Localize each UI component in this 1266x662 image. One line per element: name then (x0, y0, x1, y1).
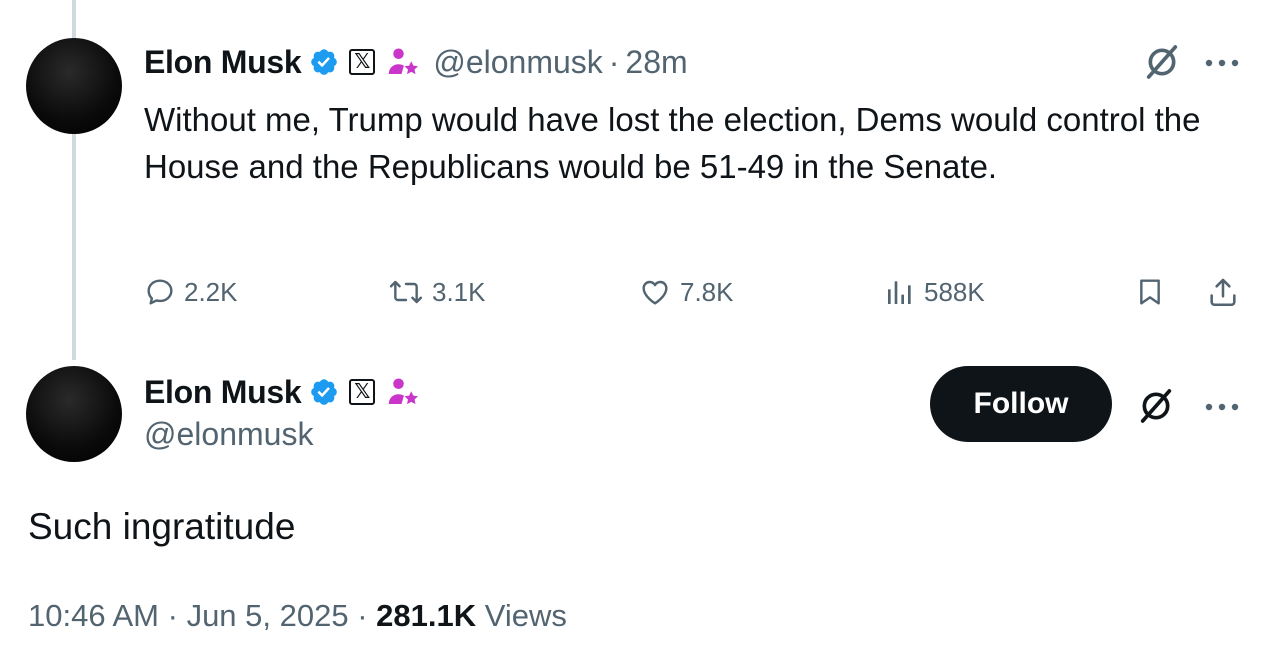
tweet-date[interactable]: Jun 5, 2025 (187, 598, 349, 633)
views-label: Views (484, 598, 567, 633)
more-icon[interactable] (1204, 402, 1240, 412)
author-handle[interactable]: @elonmusk (433, 44, 602, 81)
reply-button[interactable]: 2.2K (144, 268, 238, 316)
meta-separator: · (357, 598, 368, 633)
verified-badge-icon (311, 379, 338, 405)
more-icon[interactable] (1204, 58, 1240, 68)
affiliate-person-icon (389, 48, 419, 75)
reply-count: 2.2K (184, 276, 238, 307)
grok-icon[interactable] (1142, 42, 1182, 82)
tweet-header: Elon Musk 𝕏 (144, 370, 421, 414)
author-handle[interactable]: @elonmusk (144, 416, 313, 453)
repost-button[interactable]: 3.1K (388, 268, 486, 316)
repost-icon (389, 280, 423, 304)
tweet-action-bar: 2.2K 3.1K 7.8K 588K (144, 268, 1244, 316)
bookmark-button[interactable] (1134, 268, 1166, 316)
author-name[interactable]: Elon Musk (144, 374, 302, 411)
like-button[interactable]: 7.8K (638, 268, 734, 316)
like-icon (642, 280, 668, 305)
tweet-meta: 10:46 AM · Jun 5, 2025 · 281.1K Views (28, 598, 567, 634)
x-affiliation-icon[interactable]: 𝕏 (349, 379, 376, 405)
views-count: 588K (924, 276, 985, 307)
author-name[interactable]: Elon Musk (144, 44, 302, 81)
follow-button[interactable]: Follow (930, 366, 1112, 442)
views-button[interactable]: 588K (884, 268, 985, 316)
grok-icon[interactable] (1136, 386, 1176, 426)
avatar[interactable] (26, 38, 122, 134)
tweet-text: Without me, Trump would have lost the el… (144, 101, 1201, 185)
reply-icon (147, 279, 173, 305)
tweet-time[interactable]: 28m (625, 44, 687, 81)
share-icon (1210, 278, 1236, 307)
affiliate-person-icon (389, 378, 419, 405)
repost-count: 3.1K (432, 276, 486, 307)
bookmark-icon (1140, 279, 1160, 305)
tweet-text: Such ingratitude (28, 506, 296, 547)
views-icon (888, 281, 911, 304)
views-count[interactable]: 281.1K (376, 598, 476, 633)
verified-badge-icon (311, 49, 338, 75)
share-button[interactable] (1206, 268, 1240, 316)
tweet-time[interactable]: 10:46 AM (28, 598, 159, 633)
meta-separator: · (167, 598, 178, 633)
tweet-header: Elon Musk 𝕏 @elonmusk · 28m (144, 40, 688, 84)
header-separator: · (608, 43, 620, 80)
like-count: 7.8K (680, 276, 734, 307)
x-affiliation-icon[interactable]: 𝕏 (349, 49, 376, 75)
avatar[interactable] (26, 366, 122, 462)
